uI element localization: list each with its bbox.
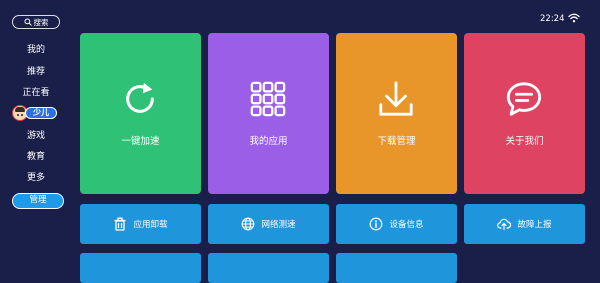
chat-icon xyxy=(506,82,542,116)
uninstall-apps-button[interactable]: 应用卸载 xyxy=(80,204,201,244)
grid-icon xyxy=(250,81,286,117)
network-speed-test-button[interactable]: 网络测速 xyxy=(208,204,329,244)
app-root: 搜索 我的 推荐 正在看 少儿 游戏 教育 更多 管理 22:24 一键加速 我… xyxy=(0,0,600,283)
device-info-label: 设备信息 xyxy=(389,220,424,230)
tile-speed-up[interactable]: 一键加速 xyxy=(80,33,201,194)
sidebar-item-watching[interactable]: 正在看 xyxy=(12,87,60,100)
sidebar-item-manage[interactable]: 管理 xyxy=(12,193,64,209)
tile-my-apps[interactable]: 我的应用 xyxy=(208,33,329,194)
tile-about-us-label: 关于我们 xyxy=(505,136,544,147)
tile-speed-up-label: 一键加速 xyxy=(121,136,160,147)
sidebar-item-kids[interactable]: 少儿 xyxy=(12,105,60,121)
report-fault-button[interactable]: 故障上报 xyxy=(464,204,585,244)
sidebar-item-more[interactable]: 更多 xyxy=(12,172,60,185)
clock: 22:24 xyxy=(540,14,565,24)
device-info-button[interactable]: 设备信息 xyxy=(336,204,457,244)
sidebar-item-mine[interactable]: 我的 xyxy=(12,44,60,57)
more-tool-button-3[interactable] xyxy=(336,253,457,283)
more-tool-button-2[interactable] xyxy=(208,253,329,283)
wifi-icon xyxy=(568,13,580,23)
info-icon xyxy=(370,217,383,231)
tile-my-apps-label: 我的应用 xyxy=(249,136,288,147)
download-icon xyxy=(379,81,413,116)
search-icon xyxy=(23,18,32,26)
uninstall-apps-label: 应用卸载 xyxy=(133,220,168,230)
network-speed-test-label: 网络测速 xyxy=(261,220,296,230)
globe-icon xyxy=(242,217,255,231)
search-button[interactable]: 搜索 xyxy=(12,15,60,29)
tile-about-us[interactable]: 关于我们 xyxy=(464,33,585,194)
kids-label: 少儿 xyxy=(25,107,57,119)
tile-download-manager-label: 下载管理 xyxy=(377,136,416,147)
trash-icon xyxy=(114,217,126,231)
search-label: 搜索 xyxy=(33,17,49,27)
more-tool-button-1[interactable] xyxy=(80,253,201,283)
upload-icon xyxy=(497,218,512,231)
tile-download-manager[interactable]: 下载管理 xyxy=(336,33,457,194)
report-fault-label: 故障上报 xyxy=(517,220,552,230)
refresh-icon xyxy=(126,82,154,113)
sidebar-item-games[interactable]: 游戏 xyxy=(12,130,60,143)
sidebar-item-education[interactable]: 教育 xyxy=(12,151,60,164)
sidebar-item-recommend[interactable]: 推荐 xyxy=(12,66,60,79)
